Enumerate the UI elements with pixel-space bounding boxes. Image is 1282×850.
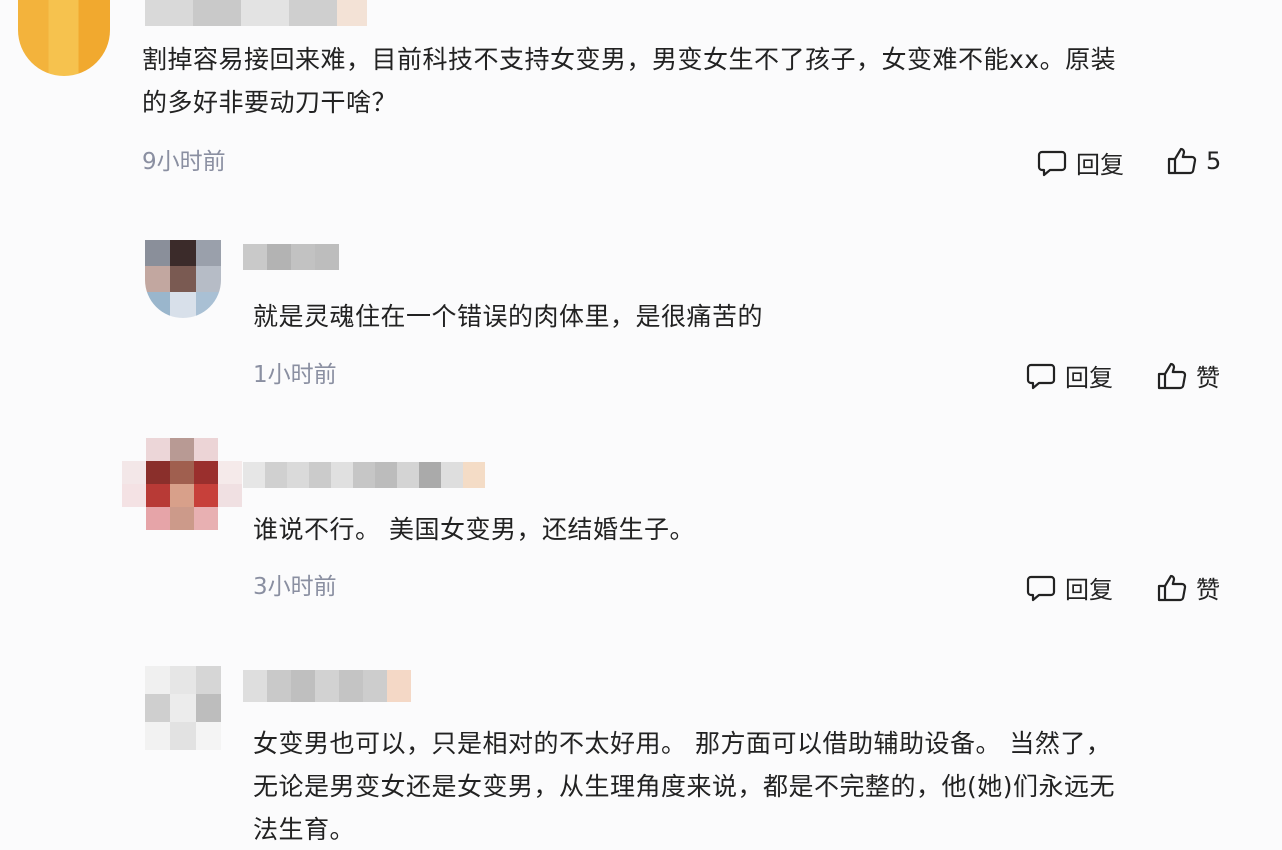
comment-text-line-1: 割掉容易接回来难，目前科技不支持女变男，男变女生不了孩子，女变难不能xx。原装: [142, 45, 1117, 74]
like-label: 赞: [1196, 364, 1220, 392]
like-button[interactable]: 赞: [1156, 570, 1220, 605]
timestamp: 3小时前: [253, 574, 337, 600]
like-button[interactable]: 赞: [1156, 358, 1220, 393]
comment-text: 就是灵魂住在一个错误的肉体里，是很痛苦的: [253, 302, 764, 331]
username-blurred[interactable]: [145, 0, 367, 26]
like-label: 赞: [1196, 576, 1220, 604]
username-blurred[interactable]: [243, 670, 411, 702]
comment-text-line-2: 的多好非要动刀干啥？: [142, 88, 398, 117]
username-blurred[interactable]: [243, 462, 485, 488]
reply-label: 回复: [1065, 364, 1113, 392]
thumbs-up-icon: [1157, 574, 1187, 601]
username-blurred[interactable]: [243, 244, 339, 270]
comment-text: 谁说不行。 美国女变男，还结婚生子。: [253, 515, 695, 544]
timestamp: 1小时前: [253, 362, 337, 388]
reply-label: 回复: [1076, 151, 1124, 179]
comment-bubble-icon: [1026, 575, 1056, 601]
avatar[interactable]: [145, 240, 221, 318]
like-button[interactable]: 5: [1166, 145, 1221, 177]
avatar[interactable]: [122, 438, 242, 530]
avatar[interactable]: [145, 666, 221, 750]
reply-label: 回复: [1065, 576, 1113, 604]
like-count: 5: [1206, 147, 1222, 175]
comment-text-line-2: 无论是男变女还是女变男，从生理角度来说，都是不完整的，他(她)们永远无: [253, 772, 1116, 801]
reply-button[interactable]: 回复: [1025, 570, 1113, 605]
comment-text-line-1: 女变男也可以，只是相对的不太好用。 那方面可以借助辅助设备。 当然了，: [253, 729, 1112, 758]
comment-2: 就是灵魂住在一个错误的肉体里，是很痛苦的 1小时前 回复 赞: [0, 200, 1282, 410]
comment-text-line-3: 法生育。: [253, 815, 356, 844]
thumbs-up-icon: [1157, 362, 1187, 389]
comment-bubble-icon: [1037, 150, 1067, 176]
comment-3: 谁说不行。 美国女变男，还结婚生子。 3小时前 回复 赞: [0, 410, 1282, 620]
timestamp: 9小时前: [142, 149, 226, 175]
comment-bubble-icon: [1026, 363, 1056, 389]
reply-button[interactable]: 回复: [1036, 145, 1124, 180]
avatar[interactable]: [18, 0, 110, 76]
comment-4: 女变男也可以，只是相对的不太好用。 那方面可以借助辅助设备。 当然了， 无论是男…: [0, 620, 1282, 850]
reply-button[interactable]: 回复: [1025, 358, 1113, 393]
thumbs-up-icon: [1167, 147, 1197, 175]
comment-1: 割掉容易接回来难，目前科技不支持女变男，男变女生不了孩子，女变难不能xx。原装 …: [0, 0, 1282, 200]
